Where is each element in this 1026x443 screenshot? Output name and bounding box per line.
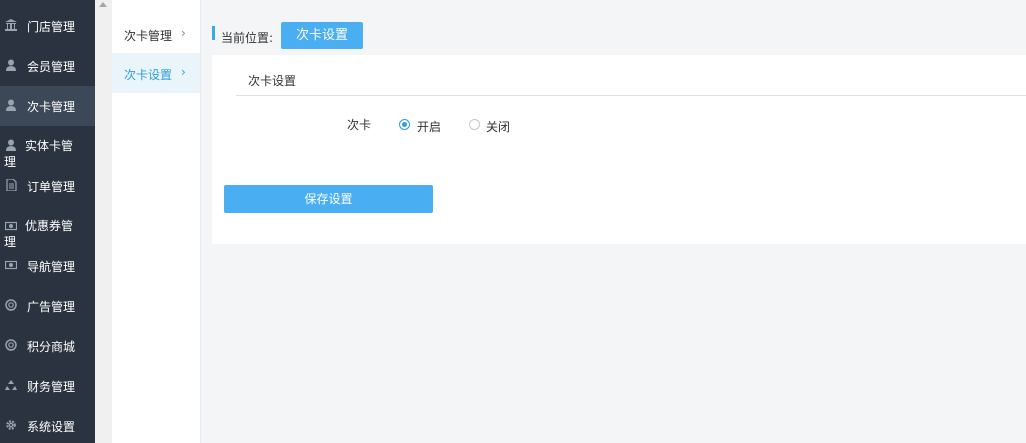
lifebuoy-icon: [5, 299, 17, 311]
sidebar-item-label: 导航管理: [27, 260, 76, 274]
radio-disable-label[interactable]: 关闭: [486, 118, 510, 135]
radio-enable-label[interactable]: 开启: [417, 118, 441, 135]
money-icon: [4, 259, 18, 271]
sidebar-item-label: 积分商城: [27, 340, 76, 354]
breadcrumb-current-button[interactable]: 次卡设置: [281, 22, 363, 49]
scroll-up-arrow-icon[interactable]: [99, 2, 107, 7]
sidebar-item-label: 会员管理: [27, 60, 76, 74]
sidebar-item-member[interactable]: 会员管理: [0, 46, 95, 86]
user-icon: [5, 99, 17, 111]
radio-enable[interactable]: [399, 119, 410, 130]
panel-divider: [236, 95, 1026, 96]
settings-panel: 次卡设置 次卡 开启 关闭 保存设置: [212, 55, 1026, 244]
sidebar-item-finance[interactable]: 财务管理: [0, 366, 95, 406]
sidebar-item-label: 订单管理: [27, 180, 76, 194]
chevron-right-icon: ›: [181, 26, 186, 40]
sidebar-item-order[interactable]: 订单管理: [0, 166, 95, 206]
sidebar-item-physical-card[interactable]: 实体卡管理: [0, 126, 95, 169]
count-card-field-label: 次卡: [347, 118, 372, 132]
sidebar-item-label: 次卡管理: [27, 100, 76, 114]
sidebar-item-coupon[interactable]: 优惠券管理: [0, 206, 95, 249]
recycle-icon: [5, 379, 17, 391]
sub-navigation: 次卡管理 › 次卡设置 ›: [112, 0, 201, 443]
breadcrumb-label: 当前位置:: [221, 31, 274, 45]
save-settings-button[interactable]: 保存设置: [224, 185, 433, 213]
sidebar-item-label: 门店管理: [27, 20, 76, 34]
subnav-item-count-card-manage[interactable]: 次卡管理 ›: [112, 14, 200, 54]
breadcrumb-marker: [212, 26, 215, 40]
lifebuoy-icon: [5, 339, 17, 351]
sidebar-item-points-mall[interactable]: 积分商城: [0, 326, 95, 366]
bank-icon: [5, 19, 17, 31]
radio-disable[interactable]: [469, 119, 480, 130]
sidebar-item-label: 系统设置: [27, 420, 76, 434]
gear-icon: [5, 419, 17, 431]
chevron-right-icon: ›: [181, 65, 186, 79]
sidebar-item-count-card[interactable]: 次卡管理: [0, 86, 95, 126]
sidebar-item-ads[interactable]: 广告管理: [0, 286, 95, 326]
subnav-item-label: 次卡设置: [124, 68, 173, 82]
subnav-item-label: 次卡管理: [124, 29, 173, 43]
user-icon: [5, 59, 17, 71]
sidebar-item-label: 广告管理: [27, 300, 76, 314]
sidebar-item-navigation[interactable]: 导航管理: [0, 246, 95, 286]
sidebar-item-label: 财务管理: [27, 380, 76, 394]
subnav-item-count-card-settings[interactable]: 次卡设置 ›: [112, 53, 200, 93]
sidebar-item-settings[interactable]: 系统设置: [0, 406, 95, 443]
panel-title: 次卡设置: [248, 74, 297, 88]
main-sidebar: 门店管理 会员管理 次卡管理 实体卡管理 订单管理 优惠券管理 导航管理 广告管…: [0, 0, 95, 443]
document-icon: [5, 178, 17, 192]
sidebar-item-store[interactable]: 门店管理: [0, 6, 95, 46]
sidebar-scrollbar[interactable]: [95, 0, 112, 443]
